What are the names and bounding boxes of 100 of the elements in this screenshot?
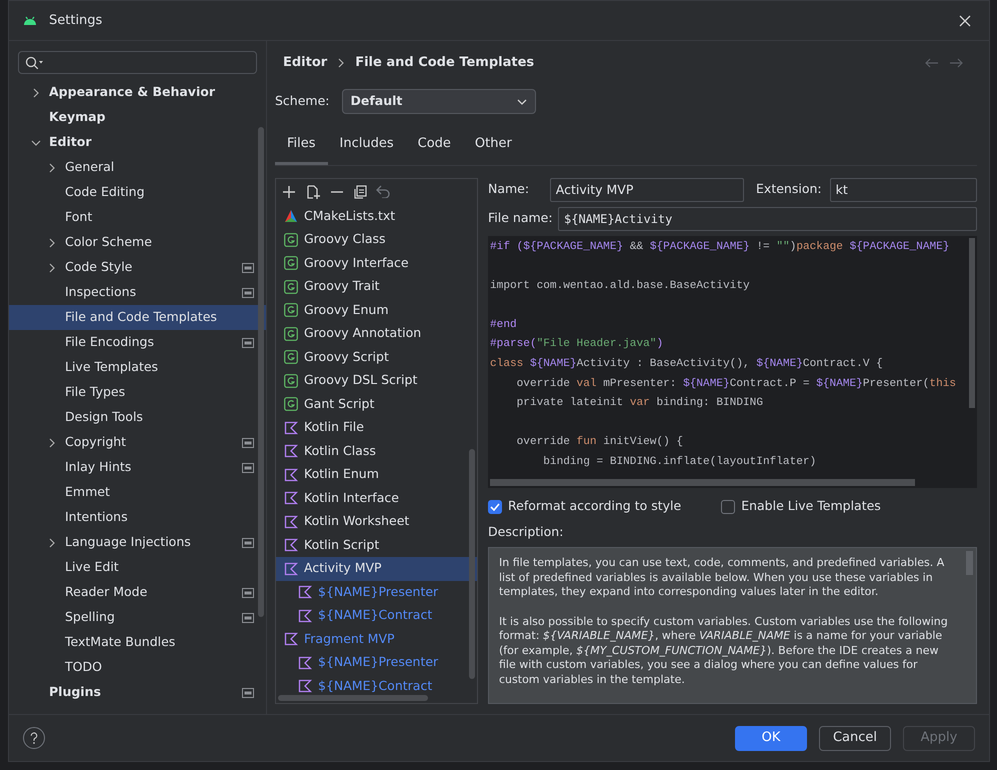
settings-tree-label: Language Injections [65,533,191,552]
checkbox[interactable] [721,500,736,514]
template-item[interactable]: Groovy DSL Script [276,369,477,392]
template-item[interactable]: Kotlin File [276,416,477,440]
scrollbar[interactable] [966,551,973,576]
template-item[interactable]: Groovy Enum [276,298,477,322]
name-field[interactable]: Activity MVP [550,178,744,202]
template-item[interactable]: Groovy Script [276,346,477,369]
template-item[interactable]: Groovy Annotation [276,322,477,346]
settings-tree-item[interactable]: Copyright [9,430,266,455]
settings-tree-item[interactable]: Inlay Hints [9,455,266,480]
code-editor[interactable] [488,236,977,488]
scrollbar[interactable] [469,448,475,678]
template-item[interactable]: ${NAME}Presenter [276,651,477,674]
code-line: binding = BINDING.inflate(layoutInflater) [542,455,816,470]
settings-tree-item[interactable]: Design Tools [9,405,266,430]
template-item[interactable]: Groovy Trait [276,275,477,298]
groovy-file-icon [284,326,298,341]
template-item[interactable]: Activity MVP [276,557,477,580]
tab[interactable]: Code [406,128,463,164]
kotlin-file-icon [298,608,312,623]
settings-tree-label: General [65,158,114,176]
settings-tree-item[interactable]: File Encodings [9,330,266,355]
dialog-button[interactable]: Cancel [819,726,891,750]
settings-tree-item[interactable]: Plugins [9,680,266,705]
tab[interactable]: Files [275,128,328,164]
search-field[interactable] [18,51,257,74]
undo-icon[interactable] [376,185,391,198]
settings-tree-item[interactable]: Color Scheme [9,230,266,255]
settings-tree-item[interactable]: Live Edit [9,555,266,580]
template-item[interactable]: Gant Script [276,392,477,416]
settings-tree-label: File Types [65,383,126,402]
copy-icon[interactable] [353,184,367,198]
android-icon [23,16,37,25]
settings-tree-item[interactable]: Emmet [9,480,266,505]
settings-tree-item[interactable]: Language Injections [9,530,266,555]
add-file-icon[interactable] [305,184,321,200]
template-item[interactable]: Kotlin Worksheet [276,510,477,534]
template-item[interactable]: Kotlin Script [276,534,477,557]
settings-tree-label: Plugins [49,683,101,702]
scrollbar[interactable] [258,127,264,617]
template-item[interactable]: ${NAME}Contract [276,604,477,628]
settings-tree-item[interactable]: Live Templates [9,355,266,380]
settings-tree-label: Code Style [65,258,132,276]
kotlin-file-icon [298,585,312,600]
kotlin-file-icon [298,679,312,693]
settings-tree-item[interactable]: File Types [9,380,266,405]
settings-tree-item[interactable]: Code Style [9,255,266,280]
scrollbar[interactable] [969,238,975,408]
settings-tree-label: Color Scheme [65,233,152,252]
tab[interactable]: Other [462,128,524,164]
settings-tree-item[interactable]: Code Editing [9,180,266,205]
settings-tree-item[interactable]: Keymap [9,105,266,130]
extension-field[interactable]: kt [830,178,977,202]
settings-tree-item[interactable]: File and Code Templates [9,305,266,330]
groovy-file-icon [284,374,298,388]
checkbox-label[interactable]: Enable Live Templates [741,497,881,516]
template-item[interactable]: Kotlin Enum [276,463,477,486]
settings-tree-label: Keymap [49,108,106,126]
ok-button[interactable]: OK [735,726,807,750]
tab[interactable]: Includes [328,128,406,164]
settings-tree-item[interactable]: Appearance & Behavior [9,80,266,105]
checkbox[interactable] [488,500,502,514]
template-item[interactable]: Groovy Class [276,228,477,252]
scrollbar[interactable] [490,478,915,486]
settings-tree-item[interactable]: Intentions [9,505,266,530]
template-item[interactable]: CMakeLists.txt [276,204,477,228]
template-item[interactable]: Kotlin Interface [276,486,477,510]
settings-tree-item[interactable]: Spelling [9,605,266,630]
settings-tree-item[interactable]: Font [9,205,266,230]
help-icon[interactable] [23,727,45,749]
template-item[interactable]: ${NAME}Presenter [276,580,477,604]
template-item[interactable]: Fragment MVP [276,628,477,651]
settings-tree-item[interactable]: Reader Mode [9,580,266,605]
checkbox-label[interactable]: Reformat according to style [508,497,682,516]
kotlin-file-icon [284,514,298,529]
kotlin-file-icon [284,444,298,458]
template-item[interactable]: ${NAME}Contract [276,674,477,693]
window-title: Settings [49,12,102,30]
settings-tree-label: TODO [65,658,102,676]
kotlin-file-icon [284,632,298,646]
settings-tree-item[interactable]: TextMate Bundles [9,630,266,655]
settings-tree-item[interactable]: TODO [9,655,266,680]
name-label: Name: [488,180,530,198]
settings-tree-label: Spelling [65,608,115,626]
template-item[interactable]: Kotlin Class [276,440,477,463]
kotlin-file-icon [284,491,298,506]
breadcrumb-item[interactable]: Editor [283,53,328,73]
scheme-dropdown[interactable]: Default [342,89,536,114]
template-item[interactable]: Groovy Interface [276,252,477,275]
description-text: In file templates, you can use text, code, comments, and predefined variables. A list of predefined variables is available below. When you use these variables in templates, they expand into corresponding values later in the editor. [499,556,946,600]
file-name-field[interactable]: ${NAME}Activity [558,206,977,230]
settings-tree-item[interactable]: Inspections [9,280,266,305]
settings-tree-item[interactable]: General [9,155,266,180]
scrollbar[interactable] [278,695,428,701]
settings-tree-label: Appearance & Behavior [49,83,215,102]
add-icon[interactable] [282,184,296,198]
triangle-file-icon [284,209,298,224]
settings-tree-label: TextMate Bundles [65,633,176,652]
settings-tree-item[interactable]: Editor [9,130,266,155]
